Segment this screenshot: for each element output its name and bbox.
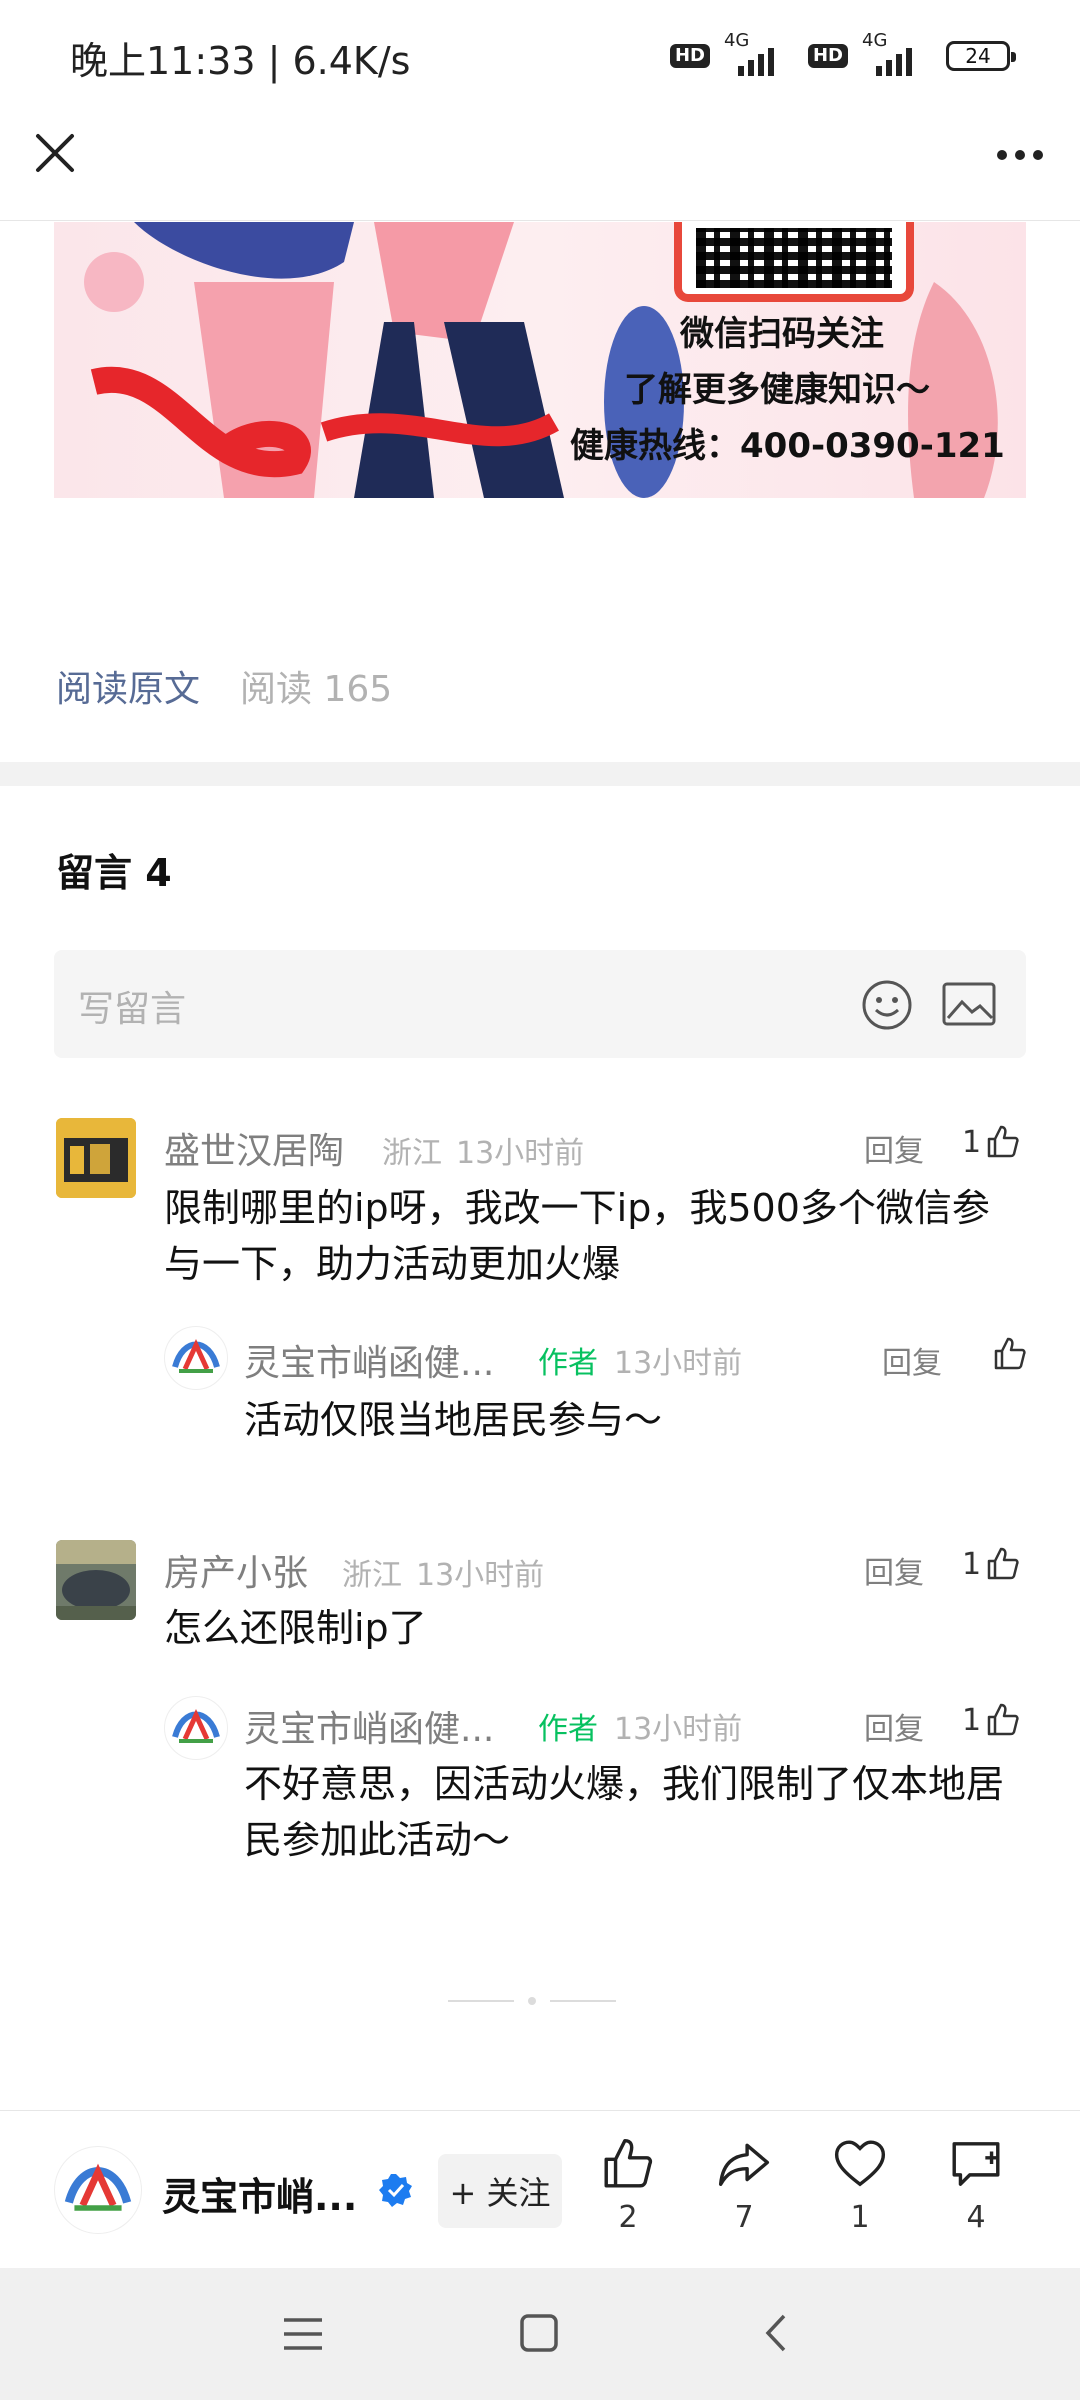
share-action[interactable]: 7 — [694, 2136, 794, 2235]
account-name[interactable]: 灵宝市峭... — [162, 2166, 357, 2221]
account-avatar[interactable] — [54, 2146, 142, 2234]
system-navigation-bar — [0, 2268, 1080, 2400]
close-icon[interactable] — [30, 128, 80, 178]
comment-author[interactable]: 房产小张 — [164, 1544, 308, 1596]
home-icon[interactable] — [518, 2312, 560, 2354]
avatar[interactable] — [56, 1540, 136, 1620]
back-icon[interactable] — [760, 2312, 792, 2354]
qr-code — [696, 228, 892, 288]
like-count: 1 — [962, 1124, 982, 1160]
status-icons: HD 4G HD 4G 24 — [669, 30, 1016, 78]
banner-text-2: 了解更多健康知识～ — [624, 370, 930, 410]
write-comment-input[interactable]: 写留言 — [54, 950, 1026, 1058]
comment-time: 13小时前 — [416, 1558, 545, 1593]
comment-location: 浙江 — [382, 1136, 442, 1171]
comment-like-button[interactable]: 1 — [962, 1124, 1021, 1160]
read-count: 阅读 165 — [240, 669, 393, 710]
thumbs-up-icon — [604, 2138, 653, 2188]
comment-text: 怎么还限制ip了 — [164, 1606, 427, 1650]
heart-icon — [834, 2140, 886, 2187]
favorite-action[interactable]: 1 — [810, 2136, 910, 2235]
comment-add-icon — [952, 2142, 1000, 2186]
reply-button[interactable]: 回复 — [864, 1126, 924, 1170]
menu-icon[interactable] — [282, 2314, 324, 2354]
qr-code-frame — [674, 222, 914, 302]
comment-like-button[interactable]: 1 — [962, 1546, 1021, 1582]
author-avatar[interactable] — [164, 1326, 228, 1390]
like-count: 1 — [962, 1546, 982, 1582]
signal-icon: 4G — [724, 30, 794, 76]
hd-badge: HD — [669, 44, 710, 68]
article-banner-image: 微信扫码关注 了解更多健康知识～ 健康热线：400-0390-121 — [54, 222, 1026, 498]
comment-count: 4 — [966, 2200, 986, 2235]
read-original-link[interactable]: 阅读原文 — [56, 660, 200, 712]
author-tag: 作者 — [538, 1712, 598, 1747]
comment-author[interactable]: 盛世汉居陶 — [164, 1122, 344, 1174]
banner-text-3: 健康热线：400-0390-121 — [570, 426, 1005, 466]
like-count: 2 — [618, 2200, 638, 2235]
reply-time: 13小时前 — [614, 1346, 743, 1381]
reply-button[interactable]: 回复 — [864, 1548, 924, 1592]
reply-text: 不好意思，因活动火爆，我们限制了仅本地居民参加此活动～ — [244, 1762, 1005, 1862]
reply-button[interactable]: 回复 — [864, 1704, 924, 1748]
share-count: 7 — [734, 2200, 754, 2235]
status-time: 晚上11:33 | 6.4K/s — [70, 39, 411, 83]
reply-time: 13小时前 — [614, 1712, 743, 1747]
favorite-count: 1 — [850, 2200, 870, 2235]
thumbs-up-icon — [987, 1125, 1019, 1158]
emoji-icon[interactable] — [860, 978, 914, 1032]
signal-icon-2: 4G — [862, 30, 932, 76]
reply-like-button[interactable] — [988, 1336, 1028, 1372]
reply-like-button[interactable]: 1 — [962, 1702, 1021, 1738]
thumbs-up-icon — [987, 1547, 1019, 1580]
banner-text-1: 微信扫码关注 — [680, 314, 884, 354]
author-avatar[interactable] — [164, 1696, 228, 1760]
comments-title: 留言 4 — [56, 851, 172, 895]
thumbs-up-icon — [994, 1337, 1026, 1370]
like-count: 1 — [962, 1702, 982, 1738]
bottom-divider — [0, 2110, 1080, 2111]
follow-button[interactable]: + 关注 — [438, 2154, 562, 2228]
avatar[interactable] — [56, 1118, 136, 1198]
more-options-icon[interactable] — [990, 135, 1050, 175]
like-action[interactable]: 2 — [578, 2136, 678, 2235]
comment-time: 13小时前 — [456, 1136, 585, 1171]
battery-icon: 24 — [946, 41, 1016, 71]
page-indicator — [448, 1996, 634, 2006]
author-tag: 作者 — [538, 1346, 598, 1381]
section-divider — [0, 762, 1080, 786]
nav-divider — [0, 220, 1080, 221]
share-icon — [718, 2143, 770, 2186]
comment-action[interactable]: 4 — [926, 2136, 1026, 2235]
reply-author[interactable]: 灵宝市峭函健... — [244, 1334, 494, 1386]
image-icon[interactable] — [942, 982, 996, 1026]
hd-badge-2: HD — [807, 44, 848, 68]
thumbs-up-icon — [987, 1703, 1019, 1736]
comment-location: 浙江 — [342, 1558, 402, 1593]
reply-text: 活动仅限当地居民参与～ — [244, 1398, 663, 1442]
reply-button[interactable]: 回复 — [882, 1338, 942, 1382]
write-comment-placeholder: 写留言 — [78, 989, 187, 1030]
comment-text: 限制哪里的ip呀，我改一下ip，我500多个微信参与一下，助力活动更加火爆 — [164, 1186, 990, 1286]
reply-author[interactable]: 灵宝市峭函健... — [244, 1700, 494, 1752]
verified-icon — [379, 2174, 412, 2207]
